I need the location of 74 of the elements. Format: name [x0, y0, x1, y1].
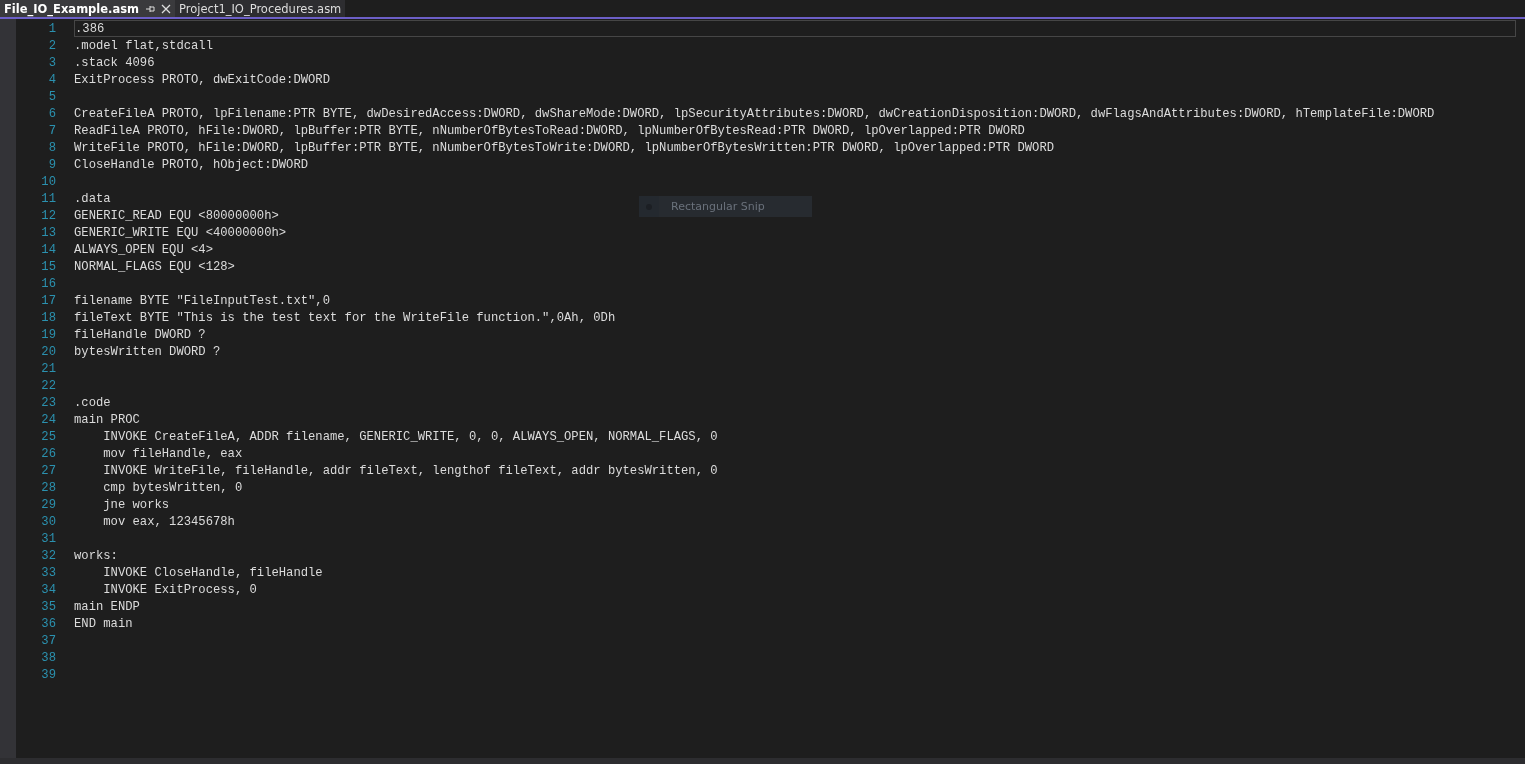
- line-number: 32: [40, 548, 57, 563]
- code-line: ExitProcess PROTO, dwExitCode:DWORD: [74, 72, 330, 87]
- code-line: fileText BYTE "This is the test text for the WriteFile function.",0Ah, 0Dh: [74, 310, 616, 325]
- line-number: 5: [47, 89, 57, 104]
- tooltip-label: Rectangular Snip: [671, 200, 765, 213]
- code-line: NORMAL_FLAGS EQU <128>: [74, 259, 235, 274]
- line-number: 13: [40, 225, 57, 240]
- line-number: 6: [47, 106, 57, 121]
- code-line: mov fileHandle, eax: [102, 446, 243, 461]
- code-line: INVOKE CloseHandle, fileHandle: [102, 565, 323, 580]
- line-number: 20: [40, 344, 57, 359]
- line-number: 11: [40, 191, 57, 206]
- code-line: main PROC: [74, 412, 140, 427]
- line-number: 19: [40, 327, 57, 342]
- code-line: INVOKE WriteFile, fileHandle, addr fileText, lengthof fileText, addr bytesWritten, 0: [102, 463, 718, 478]
- line-number: 16: [40, 276, 57, 291]
- line-number: 1: [47, 21, 57, 36]
- line-number: 22: [40, 378, 57, 393]
- editor-tab[interactable]: File_IO_Example.asm: [0, 0, 176, 17]
- line-number: 21: [40, 361, 57, 376]
- code-line: .model flat,stdcall: [74, 38, 213, 53]
- line-number: 28: [40, 480, 57, 495]
- line-number: 33: [40, 565, 57, 580]
- line-number: 23: [40, 395, 57, 410]
- line-number: 9: [47, 157, 57, 172]
- code-line: INVOKE CreateFileA, ADDR filename, GENERIC_WRITE, 0, 0, ALWAYS_OPEN, NORMAL_FLAGS, 0: [102, 429, 718, 444]
- line-number: 3: [47, 55, 57, 70]
- line-number: 39: [40, 667, 57, 682]
- line-number: 30: [40, 514, 57, 529]
- code-line: works:: [74, 548, 118, 563]
- line-number: 10: [40, 174, 57, 189]
- code-line: GENERIC_READ EQU <80000000h>: [74, 208, 279, 223]
- code-line: ReadFileA PROTO, hFile:DWORD, lpBuffer:PTR BYTE, nNumberOfBytesToRead:DWORD, lpNumberOfBytesRead:PTR DWORD, lpOverlapped:PTR DWORD: [74, 123, 1025, 138]
- line-number: 24: [40, 412, 57, 427]
- code-line: .stack 4096: [74, 55, 155, 70]
- code-line: cmp bytesWritten, 0: [102, 480, 243, 495]
- line-number: 2: [47, 38, 57, 53]
- line-number: 29: [40, 497, 57, 512]
- editor-tab[interactable]: Project1_IO_Procedures.asm: [175, 0, 346, 17]
- code-line: .data: [74, 191, 111, 206]
- pin-icon[interactable]: [145, 3, 156, 14]
- code-line: jne works: [102, 497, 170, 512]
- close-icon[interactable]: [161, 3, 172, 14]
- code-line: main ENDP: [74, 599, 140, 614]
- code-line: bytesWritten DWORD ?: [74, 344, 221, 359]
- line-number: 38: [40, 650, 57, 665]
- line-number: 14: [40, 242, 57, 257]
- line-number: 4: [47, 72, 57, 87]
- line-number: 37: [40, 633, 57, 648]
- line-number: 34: [40, 582, 57, 597]
- code-line: CreateFileA PROTO, lpFilename:PTR BYTE, dwDesiredAccess:DWORD, dwShareMode:DWORD, lpSecurityAttributes:DWORD, dwCreationDisposition:DWORD, dwFlagsAndAttributes:DWORD, hTemplateFile:DWORD: [74, 106, 1435, 121]
- code-line: END main: [74, 616, 133, 631]
- code-line: INVOKE ExitProcess, 0: [102, 582, 257, 597]
- line-number: 31: [40, 531, 57, 546]
- line-number: 7: [47, 123, 57, 138]
- line-number: 17: [40, 293, 57, 308]
- line-number: 35: [40, 599, 57, 614]
- line-number: 15: [40, 259, 57, 274]
- line-number: 36: [40, 616, 57, 631]
- line-number: 18: [40, 310, 57, 325]
- code-line: fileHandle DWORD ?: [74, 327, 206, 342]
- line-number: 26: [40, 446, 57, 461]
- line-number: 8: [47, 140, 57, 155]
- code-line: .386: [75, 21, 105, 36]
- line-number: 25: [40, 429, 57, 444]
- line-number: 27: [40, 463, 57, 478]
- code-line: GENERIC_WRITE EQU <40000000h>: [74, 225, 287, 240]
- code-line: WriteFile PROTO, hFile:DWORD, lpBuffer:PTR BYTE, nNumberOfBytesToWrite:DWORD, lpNumberOfBytesWritten:PTR DWORD, lpOverlapped:PTR DWORD: [74, 140, 1055, 155]
- code-line: ALWAYS_OPEN EQU <4>: [74, 242, 213, 257]
- code-line: .code: [74, 395, 111, 410]
- code-line: mov eax, 12345678h: [102, 514, 235, 529]
- line-number: 12: [40, 208, 57, 223]
- code-line: CloseHandle PROTO, hObject:DWORD: [74, 157, 309, 172]
- code-line: filename BYTE "FileInputTest.txt",0: [74, 293, 330, 308]
